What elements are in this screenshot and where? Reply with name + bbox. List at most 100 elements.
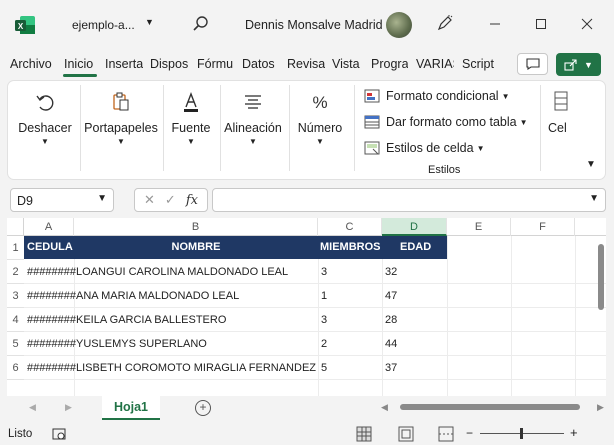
cell-miembros[interactable]: 2 [321,338,327,350]
page-layout-icon[interactable] [398,426,414,442]
row-header-4[interactable]: 4 [7,308,24,332]
column-header-c[interactable]: C [318,218,382,236]
formula-input[interactable]: ▼ [212,188,606,212]
alignment-group[interactable]: Alineación ▼ [222,81,284,179]
tab-insertar[interactable]: Inserta [105,57,143,71]
number-group[interactable]: % Número ▼ [292,81,348,179]
zoom-in-icon[interactable]: + [570,425,578,440]
tab-archivo[interactable]: Archivo [10,57,52,71]
cell-nombre[interactable]: LISBETH COROMOTO MIRAGLIA FERNANDEZ [76,362,316,374]
horizontal-scroll-thumb[interactable] [400,404,580,410]
hscroll-left-icon[interactable]: ◀ [381,402,388,413]
clipboard-group[interactable]: Portapapeles ▼ [84,81,158,179]
designer-pen-icon[interactable] [436,14,454,32]
cell-cedula[interactable]: ######## [27,338,76,350]
cell-edad[interactable]: 44 [385,338,397,350]
vertical-scrollbar[interactable] [597,236,606,396]
tab-programador[interactable]: Progra [371,57,408,71]
comments-button[interactable] [517,53,548,75]
column-header-f[interactable]: F [511,218,575,236]
cell-cedula[interactable]: ######## [27,314,76,326]
cell-edad[interactable]: 37 [385,362,397,374]
cell-miembros[interactable]: 3 [321,314,327,326]
tab-datos[interactable]: Datos [242,57,275,71]
close-button[interactable] [575,12,599,36]
scroll-left-icon[interactable]: ◀ [29,402,36,413]
chevron-down-icon: ▼ [117,137,125,146]
conditional-format-button[interactable]: Formato condicional ▼ [364,86,509,106]
vertical-scroll-thumb[interactable] [598,244,604,310]
scroll-right-icon[interactable]: ▶ [65,402,72,413]
tab-vista[interactable]: Vista [332,57,360,71]
file-name[interactable]: ejemplo-a... [72,18,135,32]
cell-miembros[interactable]: 3 [321,266,327,278]
header-miembros[interactable]: MIEMBROS [320,241,381,253]
format-as-table-button[interactable]: Dar formato como tabla ▼ [364,112,528,132]
cell-cedula[interactable]: ######## [27,266,76,278]
search-icon[interactable] [192,15,210,33]
tab-varias[interactable]: VARIAS [416,57,454,71]
cell-nombre[interactable]: ANA MARIA MALDONADO LEAL [76,290,239,302]
insert-function-icon[interactable]: fx [186,193,198,208]
minimize-button[interactable] [483,12,507,36]
page-break-icon[interactable] [438,426,454,442]
chevron-down-icon[interactable]: ▼ [589,193,599,204]
column-header-e[interactable]: E [447,218,511,236]
file-menu-caret-icon[interactable]: ▼ [145,17,154,27]
cell-cedula[interactable]: ######## [27,362,76,374]
cell-styles-button[interactable]: Estilos de celda ▼ [364,138,484,158]
cancel-icon[interactable]: ✕ [144,192,155,208]
font-group[interactable]: Fuente ▼ [166,81,216,179]
gridline [24,379,606,380]
cell-nombre[interactable]: YUSLEMYS SUPERLANO [76,338,207,350]
gridline [24,307,606,308]
cell-miembros[interactable]: 1 [321,290,327,302]
header-edad[interactable]: EDAD [400,241,431,253]
add-sheet-icon[interactable]: + [195,400,211,416]
horizontal-scrollbar[interactable] [390,403,594,411]
cells-icon[interactable] [554,90,568,112]
cell-edad[interactable]: 47 [385,290,397,302]
share-button[interactable]: ▼ [556,53,601,76]
ribbon-expand-chevron-icon[interactable]: ▼ [586,159,596,170]
user-name[interactable]: Dennis Monsalve Madrid [245,18,383,32]
row-header-6[interactable]: 6 [7,356,24,380]
chevron-down-icon: ▼ [249,137,257,146]
cell-cedula[interactable]: ######## [27,290,76,302]
column-header-a[interactable]: A [24,218,74,236]
tab-disposicion[interactable]: Dispos [150,57,190,71]
cell-miembros[interactable]: 5 [321,362,327,374]
zoom-out-icon[interactable]: − [466,426,473,440]
accessibility-icon[interactable] [52,427,66,441]
column-header-b[interactable]: B [74,218,318,236]
row-header-2[interactable]: 2 [7,260,24,284]
row-header-5[interactable]: 5 [7,332,24,356]
cell-nombre[interactable]: KEILA GARCIA BALLESTERO [76,314,226,326]
cell-edad[interactable]: 32 [385,266,397,278]
column-header-d[interactable]: D [382,218,447,236]
row-header-1[interactable]: 1 [7,236,24,260]
header-cedula[interactable]: CEDULA [27,241,73,253]
maximize-button[interactable] [529,12,553,36]
svg-text:%: % [312,93,327,112]
check-icon[interactable]: ✓ [165,192,176,208]
hscroll-right-icon[interactable]: ▶ [597,402,604,413]
worksheet[interactable]: A B C D E F 1 2 3 4 5 6 CEDULA NOMBRE MI… [7,218,606,396]
sheet-tab-hoja1[interactable]: Hoja1 [102,396,160,420]
cells-label[interactable]: Cel [548,121,567,135]
tab-revisar[interactable]: Revisa [287,57,325,71]
tab-inicio[interactable]: Inicio [64,57,93,71]
avatar[interactable] [386,12,412,38]
zoom-slider-thumb[interactable] [520,428,523,439]
cell-edad[interactable]: 28 [385,314,397,326]
column-header-row: A B C D E F [7,218,606,236]
normal-view-icon[interactable] [356,426,372,442]
tab-script[interactable]: Script [462,57,494,71]
undo-group[interactable]: Deshacer ▼ [14,81,76,179]
select-all-corner[interactable] [7,218,24,236]
cell-nombre[interactable]: LOANGUI CAROLINA MALDONADO LEAL [76,266,288,278]
name-box[interactable]: D9 ▼ [10,188,114,212]
tab-formulas[interactable]: Fórmu [197,57,235,71]
header-nombre[interactable]: NOMBRE [74,241,318,253]
row-header-3[interactable]: 3 [7,284,24,308]
